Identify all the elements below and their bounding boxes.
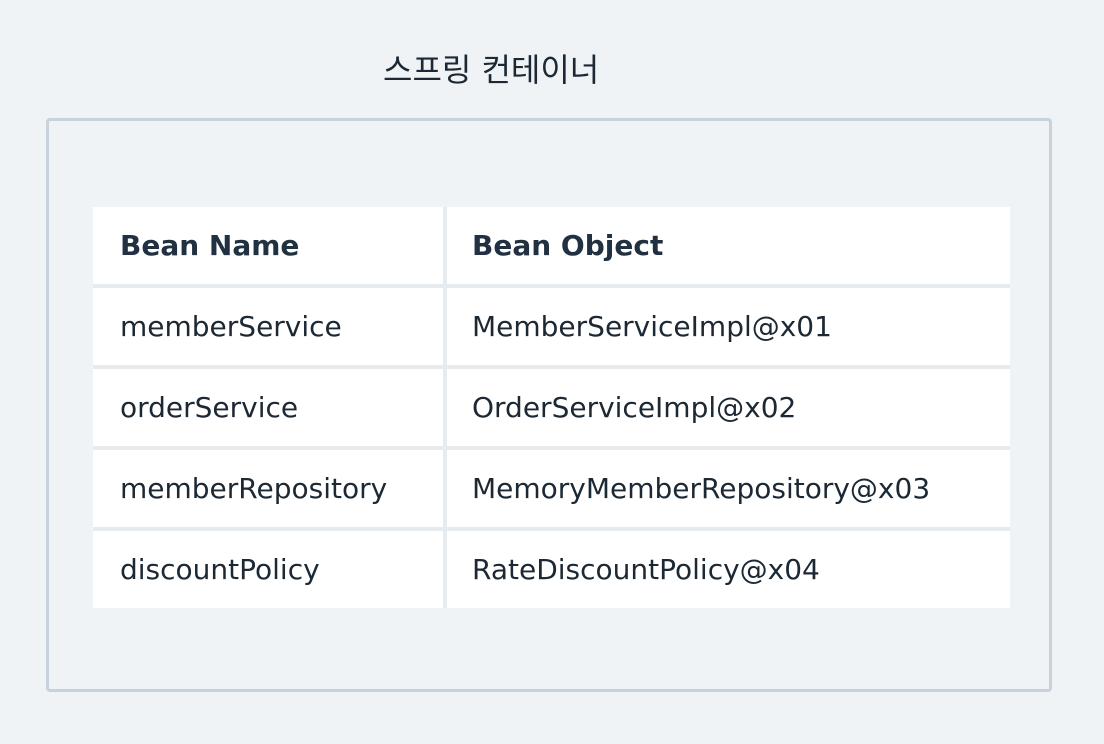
bean-name-cell: memberRepository <box>93 450 443 527</box>
bean-table: Bean Name Bean Object memberService Memb… <box>93 207 1010 608</box>
bean-object-cell: MemoryMemberRepository@x03 <box>447 450 1010 527</box>
bean-name-cell: orderService <box>93 369 443 446</box>
header-bean-object: Bean Object <box>447 207 1010 284</box>
bean-name-cell: memberService <box>93 288 443 365</box>
bean-name-cell: discountPolicy <box>93 531 443 608</box>
container-title: 스프링 컨테이너 <box>383 51 600 89</box>
bean-object-cell: MemberServiceImpl@x01 <box>447 288 1010 365</box>
header-bean-name: Bean Name <box>93 207 443 284</box>
bean-object-cell: OrderServiceImpl@x02 <box>447 369 1010 446</box>
bean-object-cell: RateDiscountPolicy@x04 <box>447 531 1010 608</box>
